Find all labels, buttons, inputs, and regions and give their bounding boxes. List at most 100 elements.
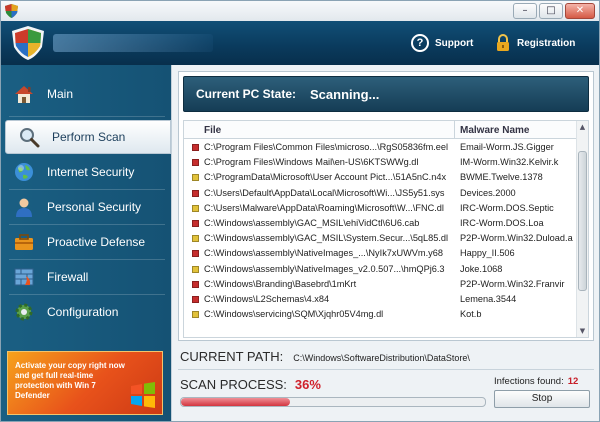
close-button[interactable]: ✕ [565,3,595,19]
lock-icon [497,34,509,51]
maximize-button[interactable]: □ [539,3,563,19]
pc-state-label: Current PC State: [196,87,297,101]
sidebar-item-perform-scan[interactable]: Perform Scan [5,120,171,154]
app-header: ? Support Registration [1,21,599,65]
scan-percent: 36% [294,377,321,392]
infections-label: Infections found: [494,376,564,387]
table-scrollbar[interactable]: ▲ ▼ [576,121,588,337]
file-path-cell: C:\Program Files\Common Files\microso...… [204,142,449,152]
malware-name-cell: Kot.b [460,309,482,320]
current-path: CURRENT PATH: C:\Windows\SoftwareDistrib… [180,349,594,364]
table-row[interactable]: C:\ProgramData\Microsoft\User Account Pi… [184,170,576,185]
current-path-label: CURRENT PATH: [180,349,284,364]
severity-indicator-icon [192,174,199,182]
scroll-down-arrow-icon[interactable]: ▼ [577,325,588,337]
table-row[interactable]: C:\Windows\assembly\GAC_MSIL\ehiVidCtl\6… [184,216,576,231]
scan-panel: Current PC State: Scanning... File Malwa… [178,71,594,341]
file-path-cell: C:\Program Files\Windows Mail\en-US\6KTS… [204,157,419,168]
sidebar-item-label: Perform Scan [52,130,126,144]
sidebar-item-label: Proactive Defense [47,235,146,249]
registration-label: Registration [517,37,576,49]
current-path-value: C:\Windows\SoftwareDistribution\DataStor… [293,353,470,363]
gear-icon [13,301,35,323]
infections-found: Infections found: 12 [494,376,578,387]
file-path-cell: C:\ProgramData\Microsoft\User Account Pi… [204,172,447,183]
activation-promo-banner[interactable]: Activate your copy right now and get ful… [7,351,163,415]
severity-indicator-icon [192,204,199,212]
sidebar-item-personal-security[interactable]: Personal Security [1,190,171,224]
home-icon [13,83,35,105]
table-row[interactable]: C:\Windows\assembly\GAC_MSIL\System.Secu… [184,231,576,246]
windows-logo-icon [131,382,155,408]
sidebar: Main Perform Scan Internet Security Pers… [1,65,171,421]
table-row[interactable]: C:\Windows\assembly\NativeImages_...\NyI… [184,246,576,261]
infected-files-table: File Malware Name C:\Program Files\Commo… [183,120,589,338]
sidebar-divider [9,116,165,117]
malware-name-cell: IRC-Worm.DOS.Septic [460,202,554,213]
severity-indicator-icon [192,235,199,243]
table-row[interactable]: C:\Program Files\Common Files\microso...… [184,140,576,155]
sidebar-item-label: Configuration [47,305,119,319]
title-bar[interactable]: – □ ✕ [1,1,599,21]
column-header-malware-name[interactable]: Malware Name [460,125,529,136]
severity-indicator-icon [192,295,199,303]
column-divider[interactable] [454,121,455,139]
malware-name-cell: P2P-Worm.Win32.Duload.a [460,233,573,244]
file-path-cell: C:\Windows\assembly\NativeImages_...\NyI… [204,248,443,259]
table-row[interactable]: C:\Users\Malware\AppData\Roaming\Microso… [184,201,576,216]
sidebar-item-firewall[interactable]: Firewall [1,260,171,294]
severity-indicator-icon [192,250,199,258]
sidebar-item-internet-security[interactable]: Internet Security [1,155,171,189]
firewall-icon [13,266,35,288]
table-row[interactable]: C:\Users\Default\AppData\Local\Microsoft… [184,186,576,201]
malware-name-cell: Joke.1068 [460,263,503,274]
file-path-cell: C:\Windows\assembly\GAC_MSIL\System.Secu… [204,233,449,244]
file-path-cell: C:\Windows\servicing\SQM\Xjqhr05V4mg.dl [204,309,384,320]
sidebar-item-configuration[interactable]: Configuration [1,295,171,329]
file-path-cell: C:\Windows\assembly\NativeImages_v2.0.50… [204,263,445,274]
scan-progress-fill [181,398,291,406]
minimize-button[interactable]: – [513,3,537,19]
promo-text: Activate your copy right now and get ful… [15,361,125,400]
malware-name-cell: P2P-Worm.Win32.Franvir [460,278,565,289]
malware-name-cell: Email-Worm.JS.Gigger [460,142,554,152]
stop-button[interactable]: Stop [494,390,590,408]
table-row[interactable]: C:\Windows\servicing\SQM\Xjqhr05V4mg.dl K… [184,307,576,322]
support-link[interactable]: ? Support [411,34,473,52]
sidebar-item-label: Internet Security [47,165,135,179]
file-path-cell: C:\Windows\L2Schemas\4.x84 [204,293,330,304]
globe-icon [13,161,35,183]
scan-progress-bar [180,397,486,407]
malware-name-cell: Happy_II.506 [460,248,515,259]
sidebar-item-main[interactable]: Main [1,77,171,111]
table-row[interactable]: C:\Windows\assembly\NativeImages_v2.0.50… [184,262,576,277]
support-label: Support [435,37,474,49]
app-window: – □ ✕ ? Support Registration Main Perfor… [0,0,600,422]
sidebar-item-proactive-defense[interactable]: Proactive Defense [1,225,171,259]
malware-name-cell: BWME.Twelve.1378 [460,172,543,183]
severity-indicator-icon [192,280,199,288]
section-divider [178,369,594,370]
severity-indicator-icon [192,265,199,273]
table-row[interactable]: C:\Program Files\Windows Mail\en-US\6KTS… [184,155,576,170]
scrollbar-thumb[interactable] [578,151,587,291]
column-header-file[interactable]: File [204,125,221,136]
severity-indicator-icon [192,144,199,151]
table-row[interactable]: C:\Windows\L2Schemas\4.x84 Lemena.3544 [184,292,576,307]
severity-indicator-icon [192,219,199,227]
scan-process-label: SCAN PROCESS: [180,377,287,392]
file-path-cell: C:\Users\Malware\AppData\Roaming\Microso… [204,202,444,213]
user-icon [13,196,35,218]
scroll-up-arrow-icon[interactable]: ▲ [577,121,588,133]
table-row[interactable]: C:\Windows\Branding\Basebrd\1mKrt P2P-Wor… [184,277,576,292]
magnifier-icon [18,126,40,148]
malware-name-cell: Lemena.3544 [460,293,517,304]
file-path-cell: C:\Windows\assembly\GAC_MSIL\ehiVidCtl\6… [204,217,420,228]
file-path-cell: C:\Users\Default\AppData\Local\Microsoft… [204,187,445,198]
shield-app-icon [5,4,18,18]
registration-link[interactable]: Registration [495,34,575,52]
severity-indicator-icon [192,159,199,167]
table-body: C:\Program Files\Common Files\microso...… [184,140,576,322]
malware-name-cell: IRC-Worm.DOS.Loa [460,217,544,228]
file-path-cell: C:\Windows\Branding\Basebrd\1mKrt [204,278,357,289]
